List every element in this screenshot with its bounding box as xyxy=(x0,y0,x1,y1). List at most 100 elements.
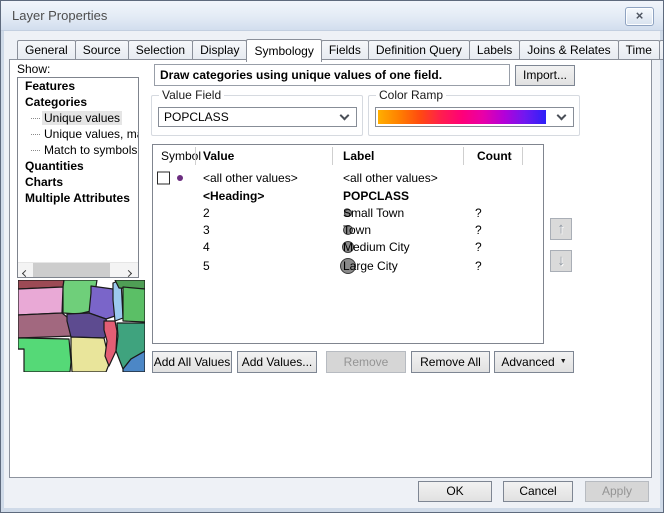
category-row[interactable]: 2Small Town? xyxy=(153,204,543,221)
tab-source[interactable]: Source xyxy=(75,40,129,60)
show-item-label: Unique values, many xyxy=(42,127,138,141)
category-row[interactable]: <Heading> POPCLASS xyxy=(153,187,543,204)
chevron-left-icon xyxy=(22,270,29,277)
show-item-label: Multiple Attributes xyxy=(23,191,132,205)
value-cell: <Heading> xyxy=(203,189,264,203)
window-frame-left xyxy=(1,31,4,512)
tab-strip: GeneralSourceSelectionDisplaySymbologyFi… xyxy=(17,38,664,60)
advanced-button[interactable]: Advanced ▼ xyxy=(494,351,574,373)
symbol-cell[interactable] xyxy=(153,255,197,276)
show-item-match-to-symbols-in-a[interactable]: Match to symbols in a xyxy=(18,142,138,158)
tab-labels[interactable]: Labels xyxy=(469,40,520,60)
label-cell: Medium City xyxy=(343,240,410,254)
arrow-down-icon: ↓ xyxy=(557,252,565,269)
show-tree-listbox: FeaturesCategoriesUnique values Unique va… xyxy=(17,77,139,278)
show-item-features[interactable]: Features xyxy=(18,78,138,94)
add-values-button[interactable]: Add Values... xyxy=(237,351,317,373)
show-item-unique-values[interactable]: Unique values xyxy=(18,110,138,126)
scrollbar-thumb[interactable] xyxy=(33,263,110,278)
label-cell: POPCLASS xyxy=(343,189,409,203)
tree-connector-line xyxy=(31,150,40,151)
column-divider xyxy=(522,147,523,165)
scroll-right-button[interactable] xyxy=(123,263,138,278)
categories-table: Symbol Value Label Count <all other valu… xyxy=(152,144,544,344)
dropdown-caret-icon: ▼ xyxy=(560,352,567,372)
show-item-categories[interactable]: Categories xyxy=(18,94,138,110)
tab-definition-query[interactable]: Definition Query xyxy=(368,40,470,60)
header-label[interactable]: Label xyxy=(343,149,374,163)
add-all-values-button[interactable]: Add All Values xyxy=(152,351,232,373)
show-item-unique-values-many[interactable]: Unique values, many xyxy=(18,126,138,142)
ok-button[interactable]: OK xyxy=(418,481,492,502)
apply-button[interactable]: Apply xyxy=(585,481,649,502)
chevron-down-icon xyxy=(557,111,567,121)
symbol-cell[interactable] xyxy=(153,238,197,255)
count-cell: ? xyxy=(475,259,482,273)
category-row[interactable]: 5 Large City? xyxy=(153,255,543,276)
category-row[interactable]: <all other values><all other values> xyxy=(153,169,543,187)
symbol-cell[interactable] xyxy=(153,169,197,187)
value-cell: <all other values> xyxy=(203,171,298,185)
tab-general[interactable]: General xyxy=(17,40,76,60)
value-field-label: Value Field xyxy=(159,88,224,102)
category-row[interactable]: 3 Town? xyxy=(153,221,543,238)
window-frame-bottom xyxy=(1,508,663,512)
show-item-multiple-attributes[interactable]: Multiple Attributes xyxy=(18,190,138,206)
title-bar[interactable]: Layer Properties × xyxy=(1,1,663,31)
chevron-down-icon xyxy=(340,111,350,121)
tab-html-popup[interactable]: HTML Popup xyxy=(659,40,664,60)
value-cell: 5 xyxy=(203,259,210,273)
label-cell: Large City xyxy=(343,259,398,273)
category-row[interactable]: 4 Medium City? xyxy=(153,238,543,255)
show-item-label: Features xyxy=(23,79,77,93)
label-cell: Town xyxy=(343,223,371,237)
value-field-selected: POPCLASS xyxy=(164,110,229,124)
close-icon: × xyxy=(636,8,644,23)
value-cell: 3 xyxy=(203,223,210,237)
categories-table-header: Symbol Value Label Count xyxy=(153,145,543,167)
move-up-button[interactable]: ↑ xyxy=(550,218,572,240)
header-value[interactable]: Value xyxy=(203,149,234,163)
tab-joins-relates[interactable]: Joins & Relates xyxy=(519,40,618,60)
symbol-cell[interactable] xyxy=(153,204,197,221)
tab-display[interactable]: Display xyxy=(192,40,247,60)
value-cell: 4 xyxy=(203,240,210,254)
tab-fields[interactable]: Fields xyxy=(321,40,369,60)
show-item-label: Match to symbols in a xyxy=(42,143,138,157)
color-ramp-dropdown[interactable] xyxy=(375,107,574,127)
layer-properties-dialog: Layer Properties × GeneralSourceSelectio… xyxy=(0,0,664,513)
horizontal-scrollbar[interactable] xyxy=(18,262,138,277)
show-tree-items: FeaturesCategoriesUnique values Unique va… xyxy=(18,78,138,206)
show-item-label: Unique values xyxy=(42,111,122,125)
count-cell: ? xyxy=(475,240,482,254)
remove-button[interactable]: Remove xyxy=(326,351,406,373)
value-field-dropdown[interactable]: POPCLASS xyxy=(158,107,357,127)
show-item-quantities[interactable]: Quantities xyxy=(18,158,138,174)
all-other-values-checkbox[interactable] xyxy=(157,172,170,185)
scroll-left-button[interactable] xyxy=(18,263,33,278)
header-count[interactable]: Count xyxy=(477,149,512,163)
method-description: Draw categories using unique values of o… xyxy=(154,64,510,86)
tree-connector-line xyxy=(31,134,40,135)
tab-time[interactable]: Time xyxy=(618,40,660,60)
move-down-button[interactable]: ↓ xyxy=(550,250,572,272)
tab-selection[interactable]: Selection xyxy=(128,40,193,60)
count-cell: ? xyxy=(475,223,482,237)
window-title: Layer Properties xyxy=(12,8,107,23)
cancel-button[interactable]: Cancel xyxy=(503,481,573,502)
map-preview xyxy=(18,280,145,372)
arrow-up-icon: ↑ xyxy=(557,220,565,237)
color-ramp-swatch xyxy=(378,110,546,124)
remove-all-button[interactable]: Remove All xyxy=(411,351,490,373)
color-ramp-label: Color Ramp xyxy=(376,88,446,102)
close-button[interactable]: × xyxy=(625,7,654,26)
column-divider xyxy=(463,147,464,165)
chevron-right-icon xyxy=(125,270,132,277)
symbol-cell[interactable] xyxy=(153,187,197,204)
show-label: Show: xyxy=(17,62,50,76)
import-button[interactable]: Import... xyxy=(515,65,575,86)
show-item-charts[interactable]: Charts xyxy=(18,174,138,190)
column-divider xyxy=(332,147,333,165)
tab-symbology[interactable]: Symbology xyxy=(246,39,321,62)
symbol-cell[interactable] xyxy=(153,221,197,238)
